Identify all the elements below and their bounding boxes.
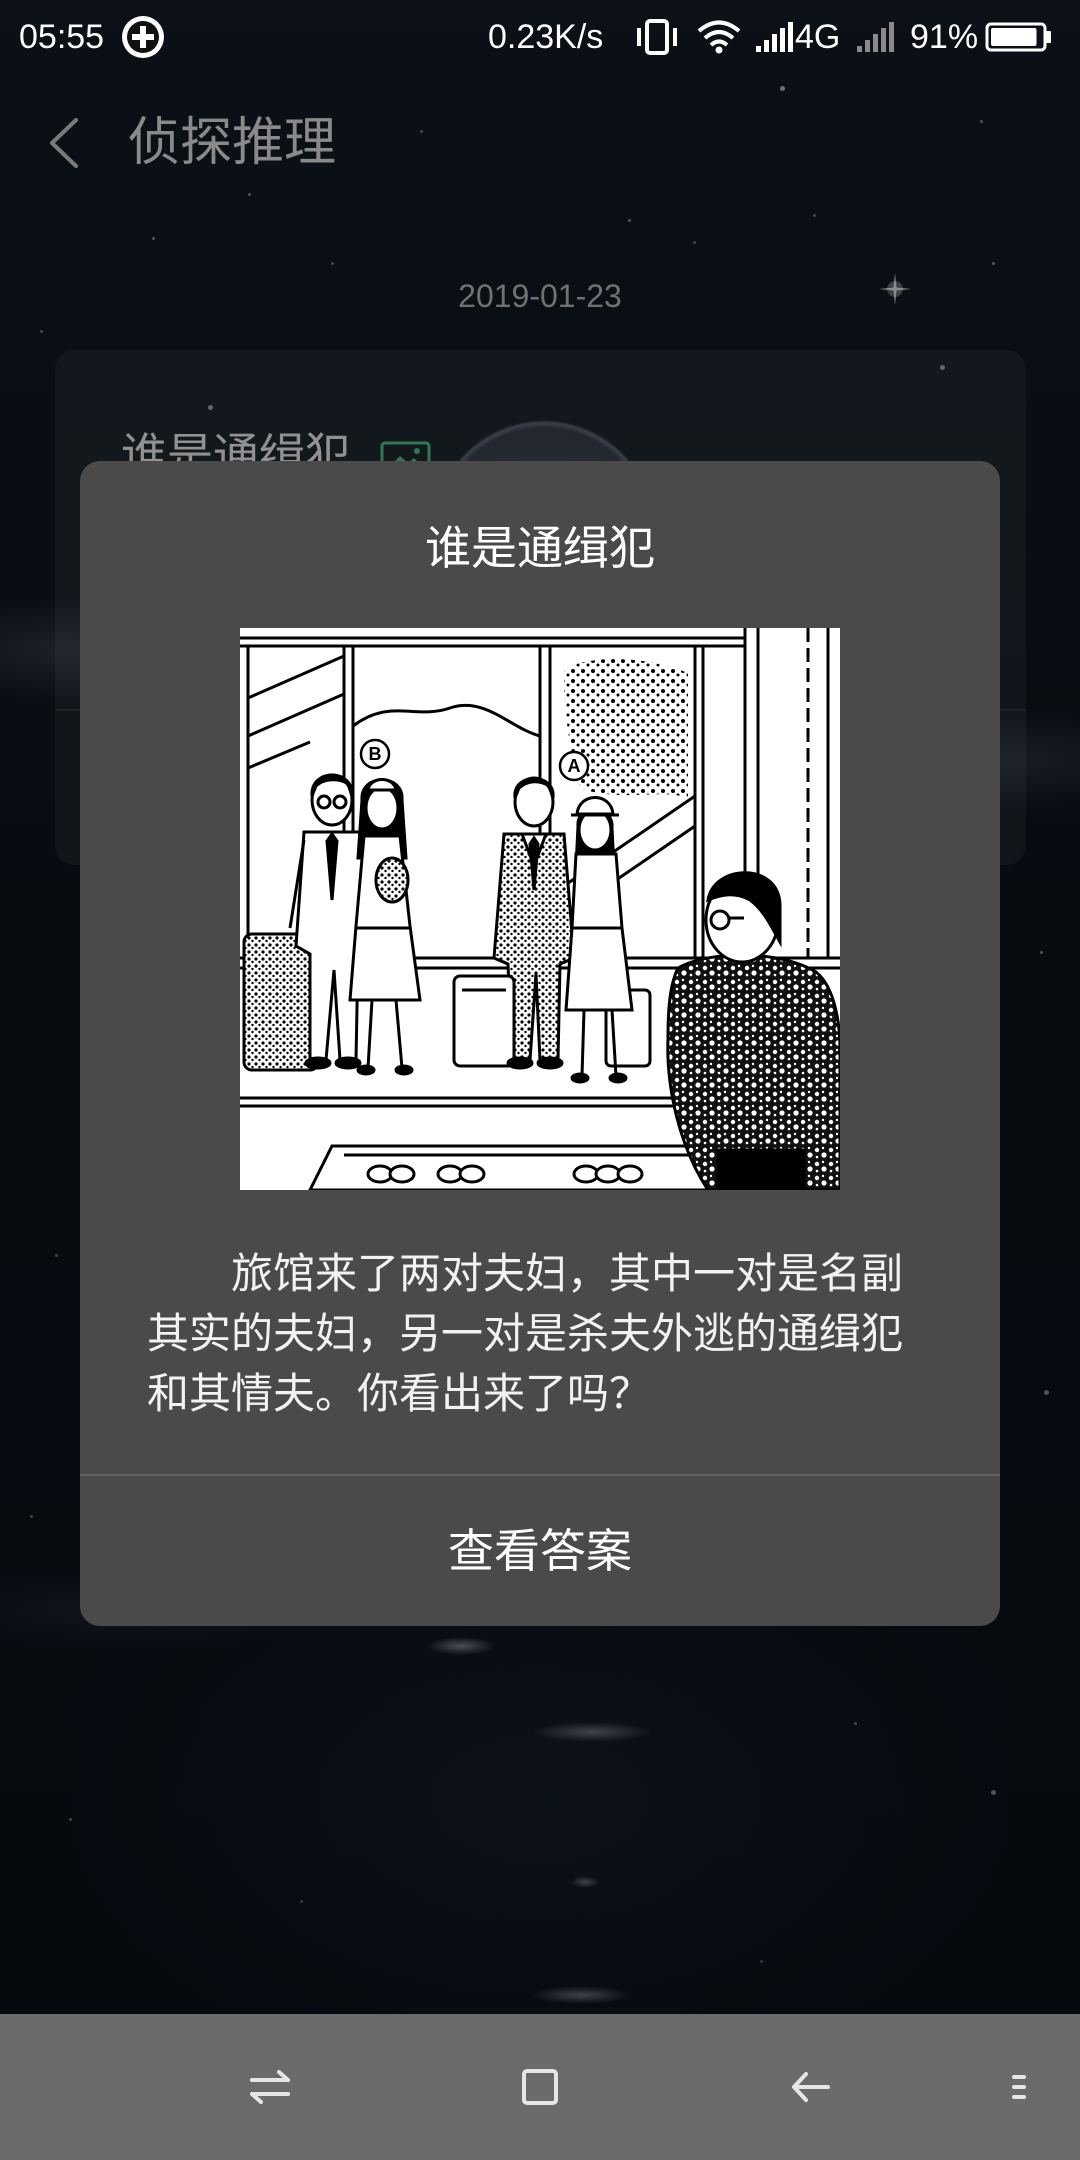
battery-icon — [985, 22, 1051, 52]
battery-level: 91% — [910, 18, 979, 56]
wifi-arc-middle — [703, 30, 735, 40]
woman-b-cap — [366, 778, 398, 792]
recents-arrow-left — [250, 2092, 290, 2104]
woman-a-leg-left — [580, 1009, 586, 1077]
woman-b-shoe-left — [356, 1064, 376, 1076]
menu-icon[interactable] — [1007, 2063, 1031, 2111]
woman-b-bouquet — [374, 856, 410, 904]
dialog-body-text: 旅馆来了两对夫妇，其中一对是名副其实的夫妇，另一对是杀夫外逃的通缉犯和其情夫。你… — [147, 1249, 904, 1418]
network-speed: 0.23K/s — [488, 18, 604, 56]
suspect-illustration: B A — [240, 628, 840, 1190]
circle-plus-vertical — [140, 26, 146, 48]
woman-b-shoe-right — [394, 1064, 414, 1076]
foreground-man-pants — [716, 1148, 806, 1190]
signal-bars-empty-icon — [857, 22, 894, 52]
woman-a-shoe-right — [608, 1072, 628, 1084]
view-answer-button[interactable]: 查看答案 — [80, 1476, 1000, 1626]
network-type: 4G — [795, 18, 841, 56]
man-b-shoe-left — [304, 1056, 332, 1070]
wifi-arc-outer — [697, 20, 741, 33]
label-b-text: B — [369, 744, 382, 764]
man-a-shoe-left — [506, 1056, 534, 1070]
label-a-text: A — [568, 756, 581, 776]
woman-b-head — [364, 785, 400, 831]
recents-arrow-right — [250, 2070, 290, 2082]
battery-fill — [991, 28, 1037, 46]
vibrate-phone — [645, 19, 669, 55]
status-bar: 05:55 0.23K/s 4G 91% — [0, 0, 1080, 76]
floor-mat — [308, 1144, 734, 1190]
man-a-shoe-right — [536, 1056, 564, 1070]
wifi-icon — [697, 20, 741, 54]
puzzle-dialog: 谁是通缉犯 B A 旅馆来了两对夫妇，其中一对是名副其实的夫妇，另一对是杀夫外逃… — [80, 461, 1000, 1626]
wifi-dot — [715, 46, 723, 54]
label-a-marker: A — [558, 750, 590, 782]
menu-lines — [1012, 2075, 1026, 2099]
signal-bars-empty — [857, 22, 894, 52]
recents-switch-icon[interactable] — [246, 2063, 294, 2111]
circle-plus-icon — [122, 16, 164, 58]
man-b-shoe-right — [334, 1056, 362, 1070]
signal-bars — [756, 22, 793, 52]
signal-bars-icon — [756, 22, 793, 52]
man-b-suitcase — [242, 932, 320, 1072]
back-arrow-icon[interactable] — [786, 2063, 834, 2111]
battery-nub — [1046, 31, 1051, 43]
woman-a-shoe-left — [570, 1072, 590, 1084]
label-b-marker: B — [359, 738, 391, 770]
status-time: 05:55 — [19, 18, 105, 56]
back-arrow-stroke — [792, 2072, 830, 2102]
dialog-title: 谁是通缉犯 — [425, 521, 655, 575]
wifi-arc-inner — [709, 39, 729, 47]
home-square — [522, 2069, 558, 2105]
home-square-icon[interactable] — [516, 2063, 564, 2111]
vibrate-icon — [637, 19, 677, 55]
system-nav-bar — [0, 2014, 1080, 2160]
